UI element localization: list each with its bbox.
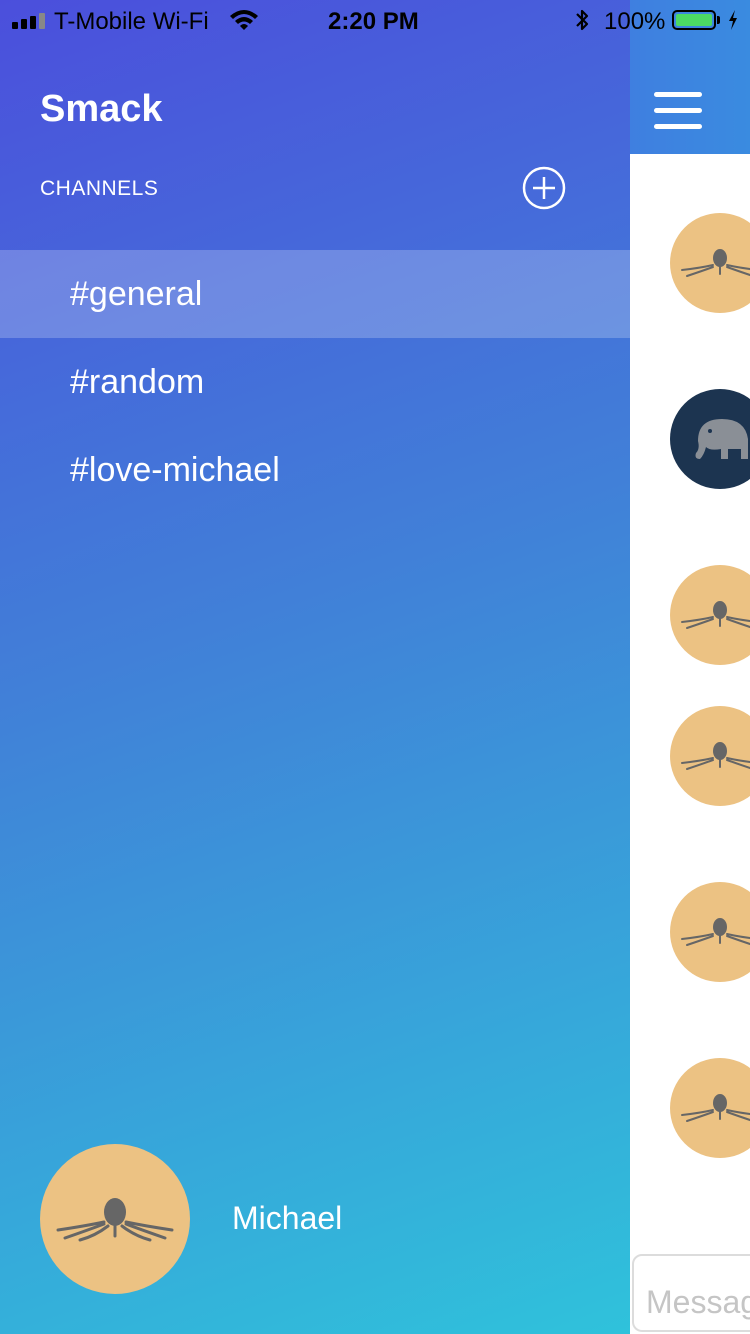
- channel-label: #general: [70, 274, 203, 313]
- message-avatar: [670, 706, 750, 806]
- carrier-name: T-Mobile Wi-Fi: [54, 8, 209, 35]
- wifi-icon: [230, 10, 258, 30]
- octopus-icon: [681, 918, 750, 946]
- message-input[interactable]: [632, 1254, 750, 1332]
- channel-item-random[interactable]: #random: [0, 338, 630, 426]
- app-title: Smack: [40, 88, 163, 130]
- message-avatar: [670, 389, 750, 489]
- signal-icon: [12, 13, 45, 29]
- add-channel-icon[interactable]: [522, 166, 566, 210]
- message-avatar: [670, 1058, 750, 1158]
- user-avatar[interactable]: [40, 1144, 190, 1294]
- status-bar: T-Mobile Wi-Fi 2:20 PM 100%: [0, 0, 750, 40]
- channel-item-love-michael[interactable]: #love-michael: [0, 426, 630, 514]
- side-menu: Smack CHANNELS #general #random #love-mi…: [0, 0, 630, 1334]
- charging-icon: [729, 10, 737, 30]
- bluetooth-icon: [576, 9, 589, 31]
- octopus-icon: [681, 249, 750, 277]
- channel-label: #love-michael: [70, 450, 280, 489]
- chat-panel: [630, 0, 750, 1334]
- octopus-icon: [681, 742, 750, 770]
- octopus-icon: [56, 1198, 174, 1242]
- message-avatar: [670, 213, 750, 313]
- battery-tip: [717, 16, 720, 24]
- channel-label: #random: [70, 362, 205, 401]
- battery-percentage: 100%: [604, 8, 666, 35]
- channel-list: #general #random #love-michael: [0, 250, 630, 514]
- message-avatar: [670, 565, 750, 665]
- message-avatar: [670, 882, 750, 982]
- octopus-icon: [681, 1094, 750, 1122]
- user-name[interactable]: Michael: [232, 1200, 342, 1237]
- clock: 2:20 PM: [328, 8, 419, 35]
- channel-item-general[interactable]: #general: [0, 250, 630, 338]
- channels-header: CHANNELS: [40, 177, 159, 200]
- hamburger-menu-icon[interactable]: [654, 92, 702, 132]
- battery-icon: [672, 10, 716, 30]
- octopus-icon: [681, 601, 750, 629]
- elephant-icon: [695, 419, 748, 459]
